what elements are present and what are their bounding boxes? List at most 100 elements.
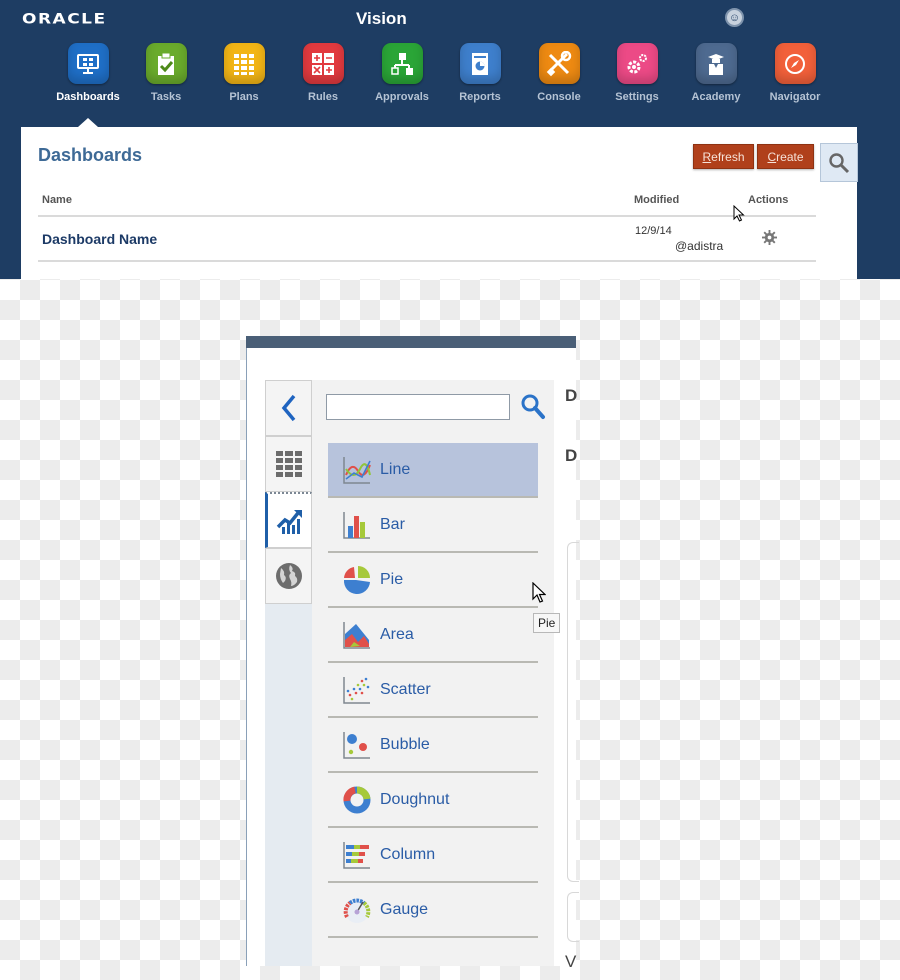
line-chart-icon xyxy=(343,456,371,484)
report-icon xyxy=(459,43,501,84)
oracle-header: ORACLE Vision ☺ Dashboards Tasks Plans R… xyxy=(0,0,900,279)
collapse-tab[interactable] xyxy=(265,380,312,436)
search-icon xyxy=(829,152,850,173)
canvas-letter: V xyxy=(565,952,577,971)
chart-type-label: Bubble xyxy=(380,735,430,753)
accessibility-icon[interactable]: ☺ xyxy=(725,8,744,27)
active-nav-caret xyxy=(78,118,98,127)
scatter-chart-icon xyxy=(343,676,370,704)
canvas-letter: D xyxy=(565,386,578,405)
nav-academy[interactable]: Academy xyxy=(676,43,756,103)
nav-console[interactable]: Console xyxy=(519,43,599,103)
refresh-button[interactable]: Refresh xyxy=(693,144,754,169)
gallery-side-tabs xyxy=(265,380,312,966)
chart-type-gallery: Line Bar Pie Area Scatter Bubble Doughnu… xyxy=(312,380,554,966)
canvas-panel[interactable] xyxy=(567,892,579,942)
window-title-bar xyxy=(246,336,576,348)
oracle-logo: ORACLE xyxy=(22,10,107,28)
nav-tasks[interactable]: Tasks xyxy=(126,43,206,103)
chart-gallery-window: Line Bar Pie Area Scatter Bubble Doughnu… xyxy=(246,336,579,971)
pie-chart-icon xyxy=(343,565,370,594)
nav-label: Approvals xyxy=(375,91,429,103)
column-header-actions: Actions xyxy=(748,194,789,206)
column-header-name[interactable]: Name xyxy=(42,194,72,206)
calculator-icon xyxy=(302,43,344,84)
gear-icon[interactable] xyxy=(762,230,777,250)
nav-navigator[interactable]: Navigator xyxy=(755,43,835,103)
row-divider xyxy=(38,260,816,262)
search-button[interactable] xyxy=(820,143,858,182)
doughnut-chart-icon xyxy=(343,785,371,813)
bubble-chart-icon xyxy=(343,731,370,759)
chart-type-pie[interactable]: Pie xyxy=(328,553,538,608)
chart-type-gauge[interactable]: Gauge xyxy=(328,883,538,938)
nav-reports[interactable]: Reports xyxy=(440,43,520,103)
chart-type-label: Column xyxy=(380,845,436,863)
chart-type-doughnut[interactable]: Doughnut xyxy=(328,773,538,828)
nav-label: Tasks xyxy=(150,91,182,103)
table-tab[interactable] xyxy=(265,436,312,492)
canvas-letter: D xyxy=(565,446,578,465)
canvas-panel[interactable] xyxy=(567,542,579,882)
window-border xyxy=(246,348,247,966)
nav-label: Academy xyxy=(691,91,741,103)
nav-settings[interactable]: Settings xyxy=(597,43,677,103)
chart-type-label: Scatter xyxy=(380,680,431,698)
chart-type-label: Doughnut xyxy=(380,790,450,808)
clipboard-check-icon xyxy=(145,43,187,84)
nav-dashboards[interactable]: Dashboards xyxy=(48,43,128,103)
column-header-modified[interactable]: Modified xyxy=(634,194,679,206)
chart-type-scatter[interactable]: Scatter xyxy=(328,663,538,718)
column-chart-icon xyxy=(343,841,370,869)
nav-label: Settings xyxy=(615,91,659,103)
chart-type-column[interactable]: Column xyxy=(328,828,538,883)
compass-icon xyxy=(774,43,816,84)
hierarchy-icon xyxy=(381,43,423,84)
nav-plans[interactable]: Plans xyxy=(204,43,284,103)
search-icon[interactable] xyxy=(520,393,546,426)
gears-icon xyxy=(616,43,658,84)
geo-map-tab[interactable] xyxy=(265,548,312,604)
nav-approvals[interactable]: Approvals xyxy=(362,43,442,103)
tooltip: Pie xyxy=(533,613,561,633)
mouse-cursor xyxy=(733,204,745,227)
nav-label: Navigator xyxy=(769,91,821,103)
monitor-icon xyxy=(67,43,109,84)
mouse-cursor xyxy=(532,581,547,609)
app-title: Vision xyxy=(356,9,407,28)
main-navigation: Dashboards Tasks Plans Rules Approvals R… xyxy=(0,43,900,113)
create-accelerator: C xyxy=(767,149,777,164)
chart-type-label: Pie xyxy=(380,570,404,588)
nav-label: Reports xyxy=(459,91,501,103)
chart-type-bar[interactable]: Bar xyxy=(328,498,538,553)
header-divider xyxy=(38,215,816,217)
graduate-icon xyxy=(695,43,737,84)
chart-type-bubble[interactable]: Bubble xyxy=(328,718,538,773)
table-grid-icon xyxy=(275,451,302,477)
grid-icon xyxy=(223,43,265,84)
chart-type-area[interactable]: Area xyxy=(328,608,538,663)
chart-type-line[interactable]: Line xyxy=(328,443,538,498)
modified-by: @adistra xyxy=(675,239,724,253)
modified-date: 12/9/14 xyxy=(635,225,672,237)
gauge-chart-icon xyxy=(343,897,371,923)
dashboards-panel: Dashboards Refresh Create Name Modified … xyxy=(21,127,857,279)
nav-label: Rules xyxy=(308,91,338,103)
dashboard-canvas-edge: D D V xyxy=(554,380,579,971)
chart-search-input[interactable] xyxy=(326,394,510,420)
refresh-label: efresh xyxy=(711,149,745,164)
chart-trend-icon xyxy=(276,509,302,534)
nav-rules[interactable]: Rules xyxy=(283,43,363,103)
dashboard-name-link[interactable]: Dashboard Name xyxy=(42,231,157,247)
charts-tab[interactable] xyxy=(265,492,312,548)
nav-label: Plans xyxy=(229,91,259,103)
nav-label: Console xyxy=(537,91,581,103)
chart-type-label: Line xyxy=(380,460,411,478)
globe-icon xyxy=(275,563,302,589)
chart-type-label: Area xyxy=(380,625,414,643)
area-chart-icon xyxy=(343,621,370,649)
tools-icon xyxy=(538,43,580,84)
nav-label: Dashboards xyxy=(56,91,120,103)
create-button[interactable]: Create xyxy=(757,144,814,169)
page-title: Dashboards xyxy=(38,145,143,165)
